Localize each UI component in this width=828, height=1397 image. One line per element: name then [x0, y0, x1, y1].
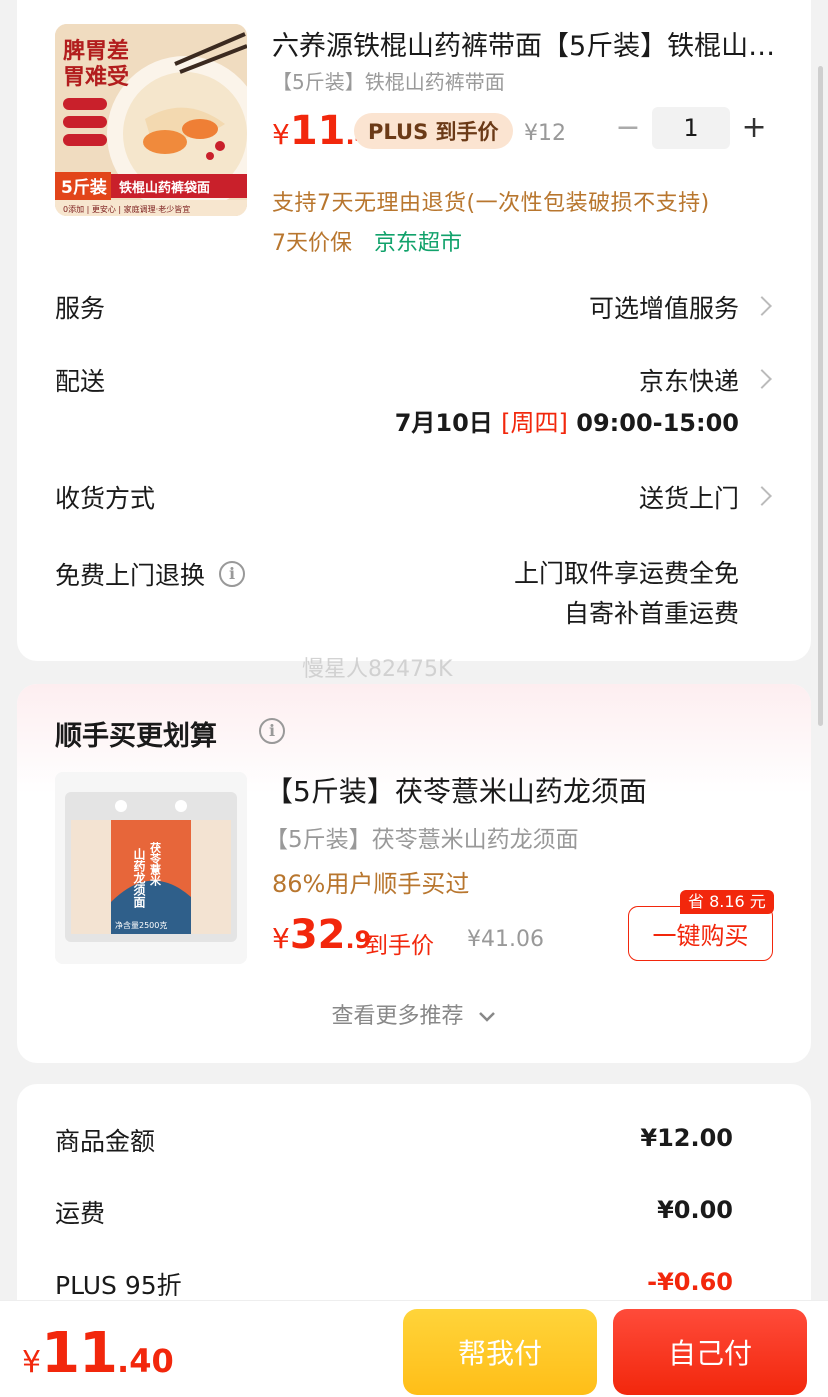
- info-icon[interactable]: i: [219, 561, 246, 587]
- checkout-bar: ¥ 11 .40 帮我付 自己付: [0, 1300, 828, 1397]
- free-return-line-2: 自寄补首重运费: [563, 599, 739, 628]
- self-pay-button[interactable]: 自己付: [613, 1309, 807, 1395]
- more-label: 查看更多推荐: [331, 1004, 464, 1029]
- recommend-image: 山药龙须面 茯苓薏米 净含量2500克: [55, 772, 247, 964]
- product-card: 脾胃差 胃难受 5斤装 铁棍山药裤袋面 0添加 | 更安心 | 家庭调理·老少皆…: [17, 0, 811, 661]
- recommend-thumbnail[interactable]: 山药龙须面 茯苓薏米 净含量2500克: [55, 772, 247, 964]
- chevron-right-icon[interactable]: [752, 369, 772, 389]
- recommend-thumb-weight: 净含量2500克: [115, 920, 167, 930]
- recommend-price: ¥ 32 .9: [272, 912, 371, 960]
- chevron-down-icon: [478, 1012, 495, 1022]
- quantity-input[interactable]: 1: [651, 107, 731, 149]
- delivery-date: 7月10日: [394, 409, 493, 437]
- recommend-thumb-sub: 茯苓薏米: [149, 841, 163, 887]
- price-integer: 11: [289, 108, 346, 154]
- watermark: 慢星人82475K: [302, 657, 453, 682]
- scrollbar[interactable]: [818, 66, 823, 726]
- thumb-weight: 5斤装: [61, 177, 107, 198]
- product-image: 脾胃差 胃难受 5斤装 铁棍山药裤袋面 0添加 | 更安心 | 家庭调理·老少皆…: [55, 24, 247, 216]
- free-return-label: 免费上门退换: [55, 561, 206, 590]
- thumb-headline-2: 胃难受: [63, 64, 129, 90]
- total-integer: 11: [41, 1321, 118, 1386]
- return-policy-note: 支持7天无理由退货(一次性包装破损不支持): [272, 191, 710, 216]
- delivery-weekday: [周四]: [501, 409, 568, 437]
- total-decimal: .40: [117, 1342, 174, 1380]
- price-symbol: ¥: [272, 118, 290, 151]
- delivery-slot: 09:00-15:00: [576, 409, 739, 437]
- recommend-spec: 【5斤装】茯苓薏米山药龙须面: [265, 827, 579, 853]
- recommend-buyers: 86%用户顺手买过: [272, 870, 470, 898]
- total-price: ¥ 11 .40: [22, 1321, 174, 1386]
- delivery-label: 配送: [55, 367, 106, 396]
- recommend-section-title: 顺手买更划算: [55, 721, 217, 752]
- product-thumbnail[interactable]: 脾胃差 胃难受 5斤装 铁棍山药裤袋面 0添加 | 更安心 | 家庭调理·老少皆…: [55, 24, 247, 216]
- product-spec[interactable]: 【5斤装】铁棍山药裤带面: [272, 66, 505, 95]
- chevron-right-icon[interactable]: [752, 296, 772, 316]
- total-symbol: ¥: [22, 1345, 42, 1380]
- after-discount-label: 到手价: [365, 933, 434, 959]
- recommend-original-price: ¥41.06: [467, 927, 544, 952]
- save-badge: 省 8.16 元: [680, 890, 774, 914]
- plus-price-tag: PLUS 到手价: [354, 113, 513, 149]
- receive-method-value[interactable]: 送货上门: [639, 479, 739, 515]
- delivery-time[interactable]: 7月10日 [周四] 09:00-15:00: [395, 403, 739, 438]
- thumb-name: 铁棍山药裤袋面: [118, 180, 210, 196]
- product-title[interactable]: 六养源铁棍山药裤带面【5斤装】铁棍山…: [272, 24, 792, 63]
- plus-discount-value: -¥0.60: [647, 1268, 733, 1296]
- jd-supermarket-tag: 京东超市: [374, 231, 463, 256]
- recommend-card: 顺手买更划算 i 山药龙须面 茯苓薏米 净含量2500克 【5斤装】茯苓薏米山药…: [17, 684, 811, 1063]
- goods-amount-value: ¥12.00: [640, 1124, 733, 1152]
- more-recommendations-link[interactable]: 查看更多推荐: [17, 998, 811, 1030]
- price-symbol: ¥: [272, 922, 290, 955]
- shipping-value: ¥0.00: [657, 1196, 733, 1224]
- shipping-label: 运费: [55, 1199, 106, 1228]
- free-return-line-1: 上门取件享运费全免: [513, 559, 739, 588]
- recommend-title[interactable]: 【5斤装】茯苓薏米山药龙须面: [265, 770, 647, 810]
- service-value[interactable]: 可选增值服务: [589, 289, 739, 325]
- recommend-thumb-name: 山药龙须面: [132, 847, 146, 909]
- service-label: 服务: [55, 294, 106, 323]
- quantity-stepper: − 1 +: [613, 106, 769, 150]
- help-pay-button[interactable]: 帮我付: [403, 1309, 597, 1395]
- receive-method-label: 收货方式: [55, 484, 156, 513]
- goods-amount-label: 商品金额: [55, 1127, 156, 1156]
- plus-discount-label: PLUS 95折: [55, 1271, 182, 1300]
- original-price: ¥12: [524, 121, 566, 146]
- price-protect-tag: 7天价保: [272, 231, 352, 256]
- chevron-right-icon[interactable]: [752, 486, 772, 506]
- free-return-row: 免费上门退换 i: [55, 556, 246, 592]
- one-click-buy-button[interactable]: 一键购买: [628, 906, 773, 961]
- thumb-headline-1: 脾胃差: [63, 38, 129, 64]
- thumb-footer: 0添加 | 更安心 | 家庭调理·老少皆宜: [63, 204, 190, 214]
- price-integer: 32: [289, 912, 346, 958]
- info-icon[interactable]: i: [259, 718, 285, 744]
- delivery-value[interactable]: 京东快递: [639, 362, 739, 398]
- increase-button[interactable]: +: [739, 108, 769, 148]
- decrease-button[interactable]: −: [613, 108, 643, 148]
